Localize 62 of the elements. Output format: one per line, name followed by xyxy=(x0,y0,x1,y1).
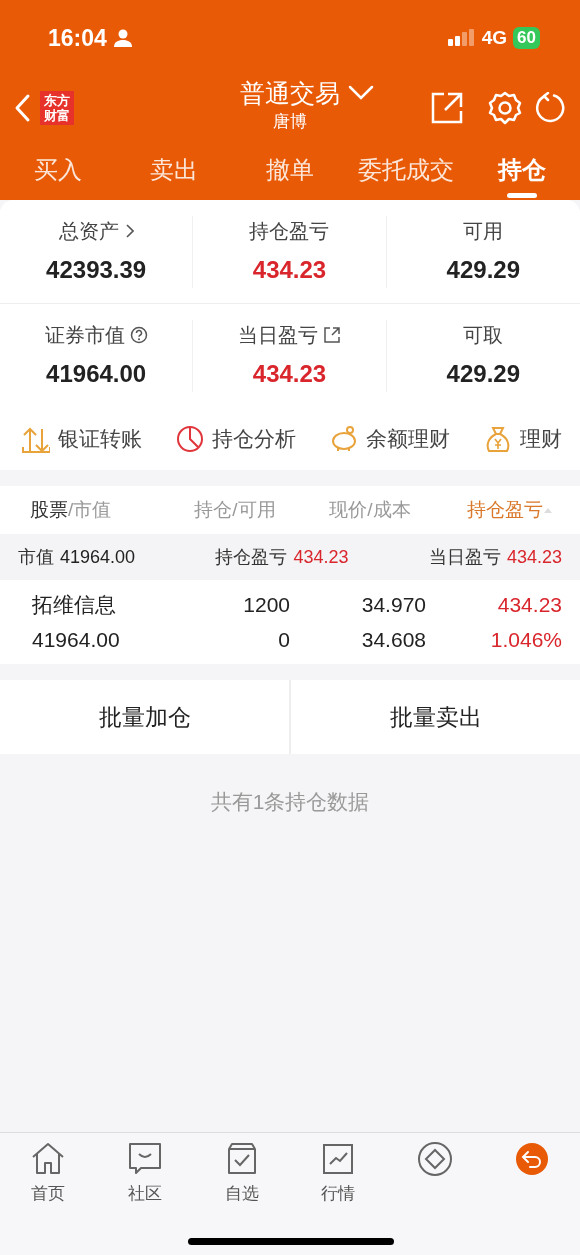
empty-note: 共有1条持仓数据 xyxy=(209,789,371,815)
table-cell-text: 1.046% xyxy=(490,627,562,653)
shortcut-link[interactable]: 银证转账 xyxy=(22,423,142,455)
nav-tab[interactable]: 自选 xyxy=(224,1181,259,1207)
shortcut-link[interactable]: 余额理财 xyxy=(330,423,450,455)
summary-value: 41964.00 xyxy=(46,359,147,389)
chat-icon[interactable] xyxy=(127,1141,163,1177)
account-title[interactable]: 普通交易 xyxy=(240,76,340,110)
table-cell-text: 1200 xyxy=(243,591,290,618)
external-link-icon xyxy=(323,326,341,344)
table-cell-text: 34.608 xyxy=(361,627,426,653)
battery-level: 60 xyxy=(513,27,540,49)
sort-caret-icon xyxy=(543,506,553,514)
total-label: 当日盈亏 xyxy=(428,545,501,569)
shortcut-link[interactable]: 持仓分析 xyxy=(176,423,296,455)
back-icon[interactable] xyxy=(14,93,32,123)
table-cell-text: 拓维信息 xyxy=(32,591,116,618)
pie-chart-icon xyxy=(176,425,204,453)
total-label: 持仓盈亏 xyxy=(215,545,288,569)
summary-value: 429.29 xyxy=(446,254,520,285)
nav-tab[interactable]: 首页 xyxy=(31,1181,66,1207)
settings-icon[interactable] xyxy=(488,91,522,125)
table-cell-text: 0 xyxy=(278,627,290,653)
summary-label[interactable]: 当日盈亏 xyxy=(238,320,318,350)
signal-icon xyxy=(447,29,474,47)
chevron-right-icon xyxy=(123,222,134,239)
total-value: 434.23 xyxy=(506,545,562,569)
summary-label: 可取 xyxy=(463,323,504,348)
person-icon xyxy=(112,28,133,48)
total-label: 市值 xyxy=(18,545,54,569)
table-cell-text: 34.970 xyxy=(361,591,426,618)
money-bag-icon xyxy=(484,425,512,453)
nav-tab[interactable]: 行情 xyxy=(321,1181,356,1207)
summary-value: 434.23 xyxy=(252,359,327,389)
column-header[interactable]: 股票/市值 xyxy=(0,495,170,525)
summary-label[interactable]: 总资产 xyxy=(58,215,119,246)
table-cell-text: 41964.00 xyxy=(32,627,120,653)
action-button[interactable]: 批量卖出 xyxy=(291,680,580,754)
piggy-bank-icon xyxy=(330,425,358,453)
total-value: 41964.00 xyxy=(60,545,136,569)
nav-tab[interactable]: 社区 xyxy=(128,1181,162,1207)
return-icon[interactable] xyxy=(513,1141,550,1177)
transfer-icon xyxy=(22,425,50,453)
clock: 16:04 xyxy=(48,23,107,53)
refresh-icon[interactable] xyxy=(534,92,566,124)
summary-label: 可用 xyxy=(463,218,504,244)
summary-value: 429.29 xyxy=(446,359,520,389)
total-value: 434.23 xyxy=(293,545,349,569)
network-label: 4G xyxy=(481,25,508,50)
action-button[interactable]: 批量加仓 xyxy=(0,680,289,754)
help-icon xyxy=(129,326,148,344)
account-name: 唐博 xyxy=(273,111,307,133)
share-icon[interactable] xyxy=(430,91,464,125)
summary-label: 持仓盈亏 xyxy=(249,218,330,244)
summary-value: 42393.39 xyxy=(46,254,147,285)
shortcut-link[interactable]: 理财 xyxy=(484,423,562,455)
summary-value: 434.23 xyxy=(252,254,327,285)
tab[interactable]: 持仓 xyxy=(464,140,580,200)
app-logo: 东方财富 xyxy=(40,91,74,125)
chevron-down-icon[interactable] xyxy=(348,85,374,101)
summary-label[interactable]: 证券市值 xyxy=(44,320,125,350)
table-cell-text: 434.23 xyxy=(497,591,562,618)
